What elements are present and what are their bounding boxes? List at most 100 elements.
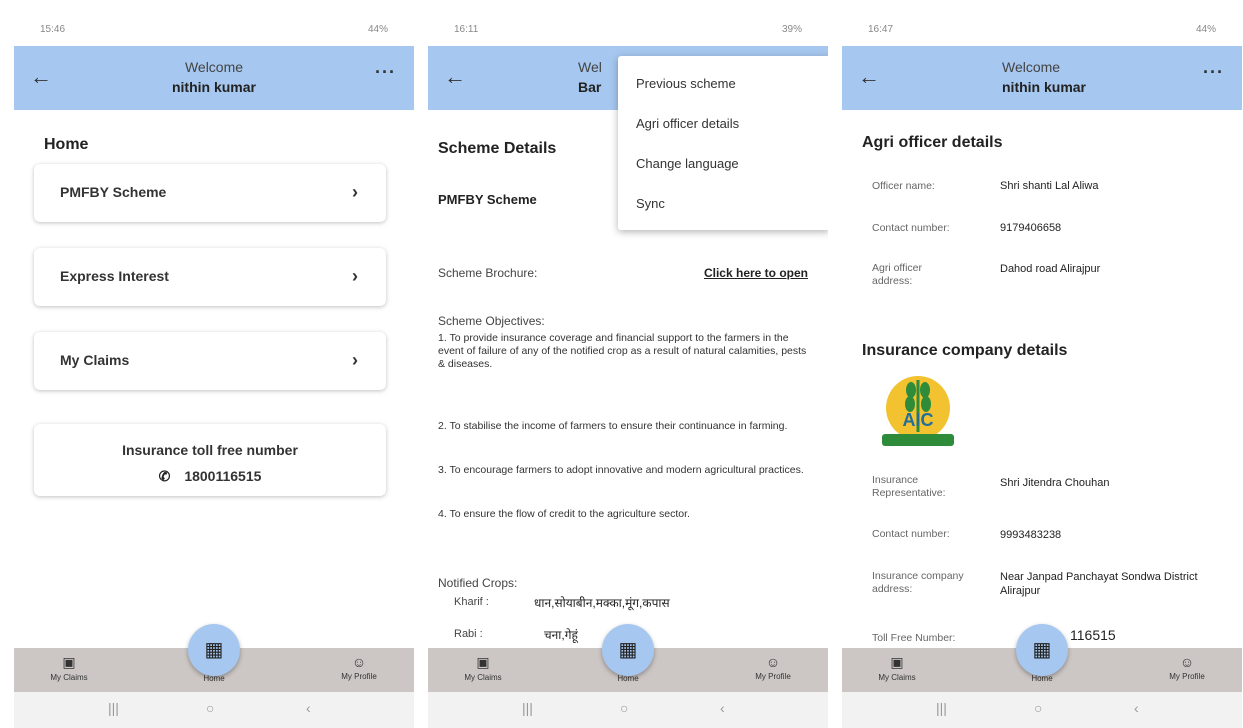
home-circle-icon[interactable]: ○ <box>206 700 214 716</box>
back-arrow-icon[interactable]: ← <box>444 64 466 90</box>
card-label: My Claims <box>60 352 130 368</box>
nav-my-claims[interactable]: ▣ My Claims <box>438 654 528 682</box>
toll-free-number[interactable]: 1800116515 <box>184 468 261 484</box>
my-claims-card[interactable]: My Claims › <box>34 332 386 390</box>
kharif-label: Kharif : <box>454 596 489 608</box>
nav-my-profile[interactable]: ☺ My Profile <box>314 654 404 681</box>
battery-level: 39% <box>781 24 802 35</box>
rabi-label: Rabi : <box>454 628 483 640</box>
express-interest-card[interactable]: Express Interest › <box>34 248 386 306</box>
chevron-right-icon: › <box>352 182 358 202</box>
home-fab-grid-icon[interactable]: ▦ <box>188 624 240 676</box>
home-circle-icon[interactable]: ○ <box>620 700 628 716</box>
calendar-icon: ▣ <box>62 654 76 670</box>
more-options-icon[interactable]: ··· <box>375 62 396 83</box>
objective-item: 4. To ensure the flow of credit to the a… <box>438 508 690 520</box>
brochure-link[interactable]: Click here to open <box>704 266 808 280</box>
status-time: 16:47 <box>868 24 894 35</box>
system-nav-bar: ||| ○ ‹ <box>842 692 1242 728</box>
insurance-contact-value[interactable]: 9993483238 <box>1000 528 1220 542</box>
objectives-label: Scheme Objectives: <box>438 314 545 328</box>
user-name: Bar <box>578 79 602 95</box>
insurance-rep-label: Insurance Representative: <box>872 474 946 499</box>
screen-officer-details: 16:47 44% ← Welcome nithin kumar ··· Agr… <box>842 0 1242 728</box>
back-arrow-icon[interactable]: ← <box>858 64 880 90</box>
toll-free-row: ✆ 1800116515 <box>34 468 386 485</box>
toll-free-card[interactable]: Insurance toll free number ✆ 1800116515 <box>34 424 386 496</box>
logo-text: AIC <box>903 410 934 430</box>
system-nav-bar: ||| ○ ‹ <box>14 692 414 728</box>
nav-my-profile[interactable]: ☺ My Profile <box>1142 654 1232 681</box>
recents-icon[interactable]: ||| <box>522 700 533 716</box>
recents-icon[interactable]: ||| <box>936 700 947 716</box>
welcome-text: Wel <box>578 59 602 75</box>
nav-my-profile[interactable]: ☺ My Profile <box>728 654 818 681</box>
officer-address-value: Dahod road Alirajpur <box>1000 263 1101 275</box>
status-bar: 15:46 44% <box>14 0 414 46</box>
officer-name-value: Shri shanti Lal Aliwa <box>1000 180 1099 192</box>
overflow-menu: Previous scheme Agri officer details Cha… <box>618 56 828 230</box>
brochure-label: Scheme Brochure: <box>438 266 538 280</box>
insurance-address-value: Near Janpad Panchayat Sondwa District Al… <box>1000 571 1198 597</box>
scheme-name: PMFBY Scheme <box>438 192 537 207</box>
screen-home: 15:46 44% ← Welcome nithin kumar ··· Hom… <box>14 0 414 728</box>
app-bar: ← Welcome nithin kumar ··· <box>14 46 414 110</box>
nav-my-claims[interactable]: ▣ My Claims <box>24 654 114 682</box>
user-name: nithin kumar <box>1002 79 1087 95</box>
officer-contact-label: Contact number: <box>872 222 950 234</box>
card-label: Express Interest <box>60 268 169 284</box>
toll-free-title: Insurance toll free number <box>122 442 298 458</box>
battery-level: 44% <box>1195 24 1216 35</box>
profile-icon: ☺ <box>1179 654 1195 670</box>
notified-crops-label: Notified Crops: <box>438 576 518 590</box>
objective-item: 3. To encourage farmers to adopt innovat… <box>438 464 804 476</box>
status-bar: 16:11 39% <box>428 0 828 46</box>
objective-item: 2. To stabilise the income of farmers to… <box>438 420 788 432</box>
home-circle-icon[interactable]: ○ <box>1034 700 1042 716</box>
card-label: PMFBY Scheme <box>60 184 167 200</box>
screen-scheme-details: 16:11 39% ← Wel Bar Scheme Details PMFBY… <box>428 0 828 728</box>
page-title: Home <box>44 136 89 153</box>
user-name: nithin kumar <box>171 79 256 95</box>
insurance-rep-value: Shri Jitendra Chouhan <box>1000 477 1110 489</box>
officer-name-label: Officer name: <box>872 180 935 192</box>
profile-icon: ☺ <box>765 654 781 670</box>
pmfby-scheme-card[interactable]: PMFBY Scheme › <box>34 164 386 222</box>
welcome-text: Welcome <box>1002 59 1061 75</box>
calendar-icon: ▣ <box>890 654 904 670</box>
system-nav-bar: ||| ○ ‹ <box>428 692 828 728</box>
menu-item-agri-officer[interactable]: Agri officer details <box>636 116 739 131</box>
toll-free-label: Toll Free Number: <box>872 632 956 644</box>
welcome-text: Welcome <box>184 59 244 75</box>
kharif-value: धान,सोयाबीन,मक्का,मूंग,कपास <box>534 596 670 610</box>
insurance-company-title: Insurance company details <box>862 342 1068 359</box>
more-options-icon[interactable]: ··· <box>1203 62 1224 83</box>
section-title: Scheme Details <box>438 140 557 157</box>
status-time: 15:46 <box>40 24 66 35</box>
back-chevron-icon[interactable]: ‹ <box>720 700 725 716</box>
objective-item: 1. To provide insurance coverage and fin… <box>438 332 807 370</box>
status-time: 16:11 <box>454 24 479 35</box>
phone-icon: ✆ <box>158 468 171 484</box>
home-fab-grid-icon[interactable]: ▦ <box>1016 624 1068 676</box>
menu-item-sync[interactable]: Sync <box>636 196 665 211</box>
chevron-right-icon: › <box>352 266 358 286</box>
chevron-right-icon: › <box>352 350 358 370</box>
battery-level: 44% <box>367 24 388 35</box>
back-chevron-icon[interactable]: ‹ <box>1134 700 1139 716</box>
rabi-value: चना,गेहूं <box>544 628 578 642</box>
calendar-icon: ▣ <box>476 654 490 670</box>
home-fab-grid-icon[interactable]: ▦ <box>602 624 654 676</box>
recents-icon[interactable]: ||| <box>108 700 119 716</box>
menu-item-change-language[interactable]: Change language <box>636 156 739 171</box>
toll-free-value[interactable]: 116515 <box>1070 628 1242 642</box>
back-chevron-icon[interactable]: ‹ <box>306 700 311 716</box>
officer-contact-value[interactable]: 9179406658 <box>1000 221 1220 235</box>
app-bar: ← Welcome nithin kumar ··· <box>842 46 1242 110</box>
nav-my-claims[interactable]: ▣ My Claims <box>852 654 942 682</box>
insurance-contact-label: Contact number: <box>872 528 950 540</box>
insurance-address-label: Insurance company address: <box>872 570 964 595</box>
agri-officer-title: Agri officer details <box>862 134 1003 151</box>
aic-logo: AIC <box>882 376 954 446</box>
menu-item-previous-scheme[interactable]: Previous scheme <box>636 76 736 91</box>
